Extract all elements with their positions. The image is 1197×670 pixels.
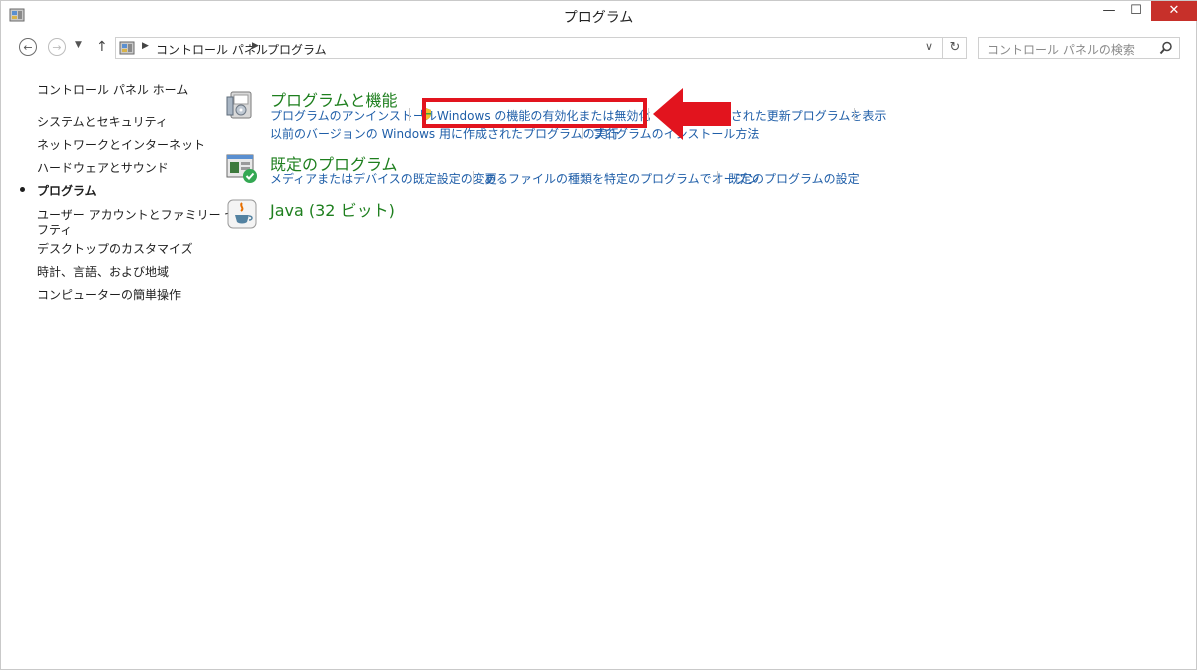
recent-locations-icon[interactable]: ▼ — [75, 40, 82, 50]
refresh-button[interactable]: ↻ — [942, 38, 967, 58]
minimize-button[interactable]: — — [1096, 1, 1122, 21]
title-bar: プログラム — ☐ ✕ — [1, 1, 1197, 31]
maximize-button[interactable]: ☐ — [1123, 1, 1149, 21]
breadcrumb-separator-icon[interactable]: ▶ — [142, 41, 149, 51]
set-default-programs-link[interactable]: 既定のプログラムの設定 — [728, 170, 860, 187]
control-panel-icon — [119, 41, 135, 55]
forward-button[interactable]: → — [48, 38, 66, 56]
sidebar-item-programs[interactable]: プログラム — [20, 182, 97, 199]
sidebar-item-clock-region[interactable]: 時計、言語、および地域 — [37, 263, 169, 280]
breadcrumb-programs[interactable]: プログラム — [267, 41, 327, 58]
annotation-arrow-icon — [653, 88, 731, 140]
current-item-bullet — [20, 187, 25, 192]
address-bar[interactable]: ▶ コントロール パネル ▶ プログラム ∨ ↻ — [115, 37, 967, 59]
link-separator — [717, 171, 718, 184]
sidebar-item-home[interactable]: コントロール パネル ホーム — [37, 81, 188, 98]
annotation-highlight-box — [422, 98, 647, 128]
link-separator — [473, 171, 474, 184]
sidebar-item-personalization[interactable]: デスクトップのカスタマイズ — [37, 240, 193, 257]
sidebar-item-ease-of-access[interactable]: コンピューターの簡単操作 — [37, 286, 181, 303]
breadcrumb-separator-icon[interactable]: ▶ — [252, 41, 259, 51]
link-separator — [854, 108, 855, 121]
close-button[interactable]: ✕ — [1151, 1, 1197, 21]
search-field[interactable]: コントロール パネルの検索 — [978, 37, 1180, 59]
sidebar-item-hardware-sound[interactable]: ハードウェアとサウンド — [37, 159, 169, 176]
programs-features-icon[interactable] — [225, 87, 259, 121]
sidebar-item-label: プログラム — [37, 184, 97, 198]
change-media-defaults-link[interactable]: メディアまたはデバイスの既定設定の変更 — [270, 170, 497, 187]
back-button[interactable]: ← — [19, 38, 37, 56]
java-icon[interactable] — [225, 197, 259, 231]
navigation-bar: ← → ▼ ↑ ▶ コントロール パネル ▶ プログラム ∨ ↻ コントロール … — [1, 33, 1196, 63]
default-programs-icon[interactable] — [225, 151, 259, 185]
up-button[interactable]: ↑ — [96, 39, 108, 55]
uninstall-program-link[interactable]: プログラムのアンインストール — [270, 107, 437, 124]
sidebar-item-system-security[interactable]: システムとセキュリティ — [37, 113, 168, 130]
link-separator — [648, 108, 649, 121]
sidebar-item-user-accounts-continued[interactable]: フティ — [37, 221, 72, 238]
address-dropdown-icon[interactable]: ∨ — [925, 40, 933, 53]
search-placeholder: コントロール パネルの検索 — [987, 43, 1135, 57]
java-title[interactable]: Java (32 ビット) — [270, 197, 395, 221]
search-icon[interactable] — [1159, 41, 1173, 55]
control-panel-window: プログラム — ☐ ✕ ← → ▼ ↑ ▶ コントロール パネル ▶ プログラム… — [0, 0, 1197, 670]
link-separator — [409, 108, 410, 121]
window-title: プログラム — [563, 10, 634, 26]
sidebar-item-network[interactable]: ネットワークとインターネット — [37, 136, 205, 153]
